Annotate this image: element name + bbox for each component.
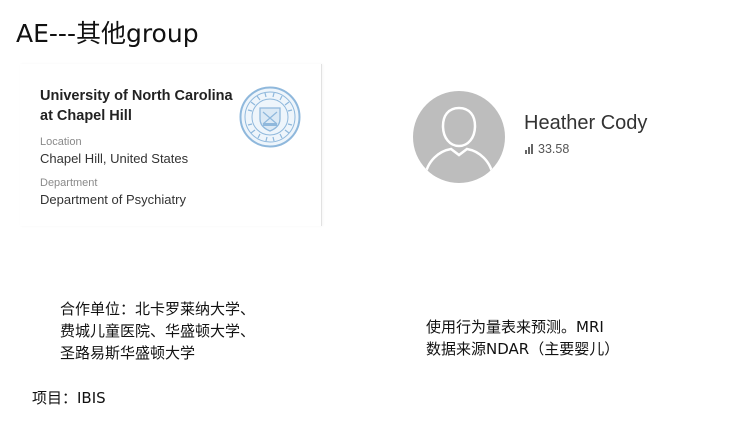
- method-line-2: 数据来源NDAR（主要婴儿）: [426, 340, 620, 358]
- score-row: 33.58: [525, 142, 569, 156]
- university-name-line-2: at Chapel Hill: [40, 108, 132, 124]
- project-note: 项目：IBIS: [32, 389, 106, 407]
- profile-name[interactable]: Heather Cody: [524, 112, 647, 135]
- location-label: Location: [40, 136, 82, 148]
- slide-title: AE---其他group: [16, 19, 199, 48]
- location-value: Chapel Hill, United States: [40, 151, 189, 166]
- partners-line-3: 圣路易斯华盛顿大学: [60, 344, 196, 362]
- default-avatar-icon[interactable]: [413, 91, 505, 183]
- score-value: 33.58: [538, 142, 570, 156]
- method-note: 使用行为量表来预测。MRI 数据来源NDAR（主要婴儿）: [426, 316, 726, 360]
- university-card[interactable]: University of North Carolina at Chapel H…: [20, 64, 322, 226]
- partners-line-1: 合作单位：北卡罗莱纳大学、: [60, 300, 256, 318]
- partners-note: 合作单位：北卡罗莱纳大学、 费城儿童医院、华盛顿大学、 圣路易斯华盛顿大学: [60, 298, 320, 364]
- university-name-line-1: University of North Carolina: [40, 88, 233, 104]
- signal-bars-icon: [525, 144, 533, 154]
- department-value: Department of Psychiatry: [40, 192, 186, 207]
- partners-line-2: 费城儿童医院、华盛顿大学、: [60, 322, 256, 340]
- university-seal-icon: [239, 86, 301, 148]
- method-line-1: 使用行为量表来预测。MRI: [426, 318, 604, 336]
- university-name[interactable]: University of North Carolina at Chapel H…: [40, 86, 240, 126]
- department-label: Department: [40, 177, 98, 189]
